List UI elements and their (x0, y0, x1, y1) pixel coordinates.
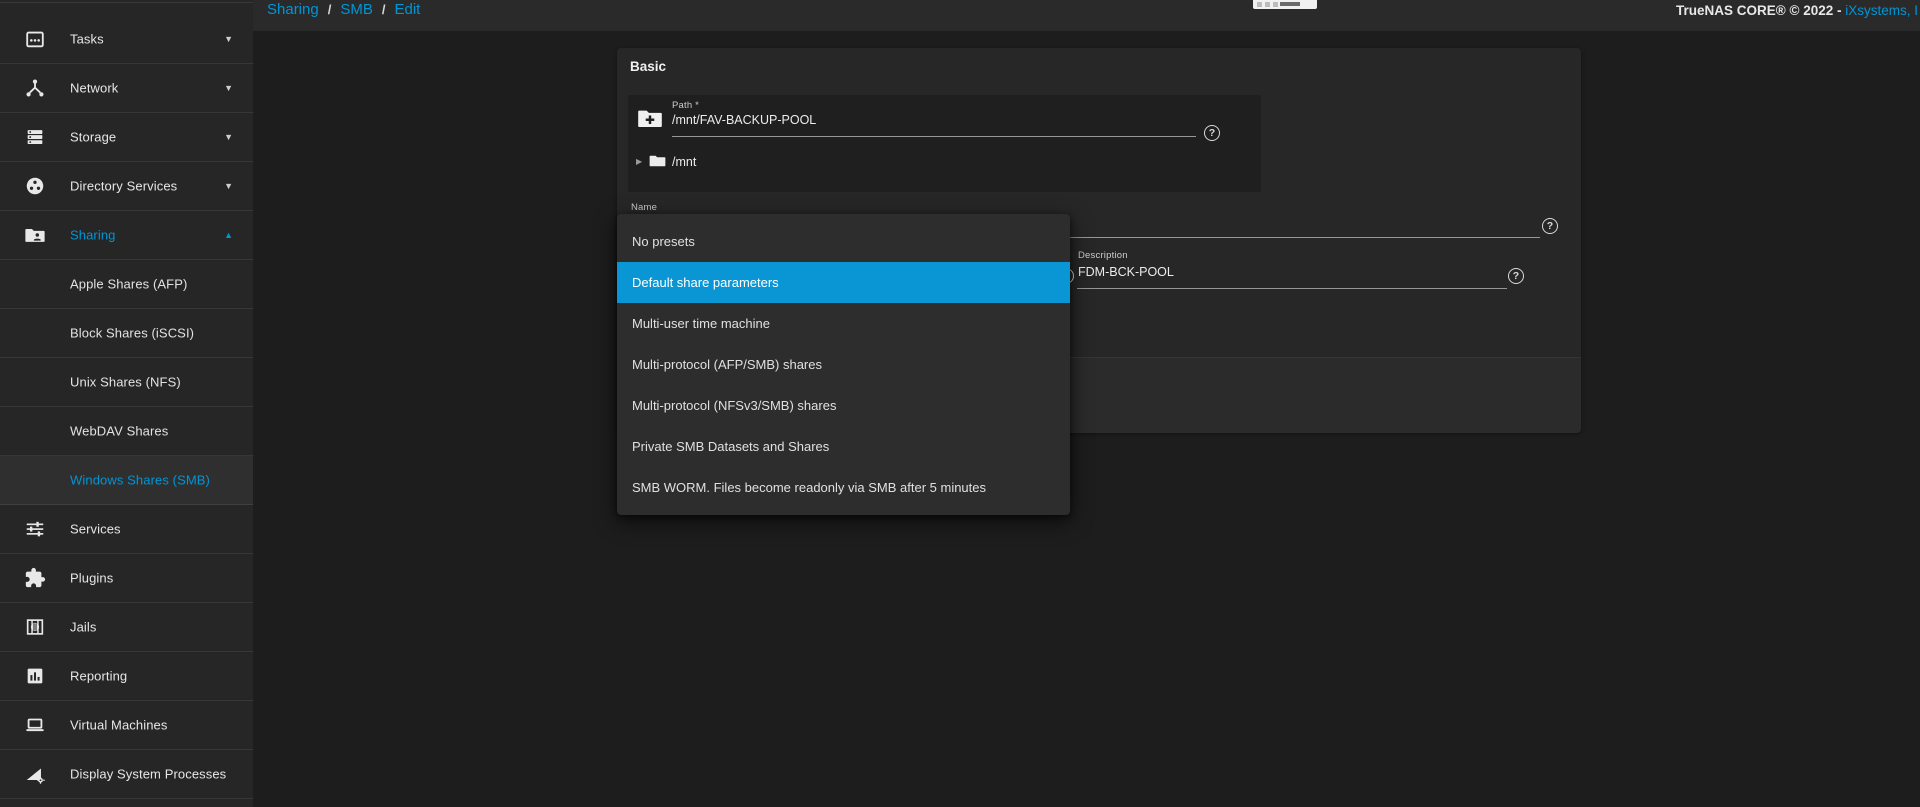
path-explorer-panel: Path * /mnt/FAV-BACKUP-POOL ? ▶ /mnt (628, 95, 1261, 192)
jails-icon (24, 616, 46, 638)
breadcrumb-smb[interactable]: SMB (340, 1, 373, 18)
reporting-icon (24, 665, 46, 687)
sidebar-item-unix-shares[interactable]: Unix Shares (NFS) (0, 358, 253, 407)
sidebar-item-label: Jails (70, 620, 97, 635)
directory-services-icon (24, 175, 46, 197)
breadcrumb: Sharing / SMB / Edit (267, 1, 420, 18)
sidebar-item-storage[interactable]: Storage ▼ (0, 113, 253, 162)
network-icon (24, 77, 46, 99)
popup-square (1265, 2, 1270, 7)
sidebar-item-network[interactable]: Network ▼ (0, 64, 253, 113)
sidebar-item-services[interactable]: Services (0, 505, 253, 554)
path-input[interactable]: /mnt/FAV-BACKUP-POOL (672, 113, 816, 127)
sidebar-item-tasks[interactable]: Tasks ▼ (0, 15, 253, 64)
popup-square (1273, 2, 1278, 7)
sidebar-item-label: Services (70, 522, 121, 537)
path-help-icon[interactable]: ? (1204, 125, 1220, 141)
dropdown-option-multi-protocol-afp-smb[interactable]: Multi-protocol (AFP/SMB) shares (617, 344, 1070, 385)
popup-square (1257, 2, 1262, 7)
chevron-down-icon: ▼ (224, 181, 233, 191)
sidebar-item-apple-shares[interactable]: Apple Shares (AFP) (0, 260, 253, 309)
sidebar-item-label: Tasks (70, 32, 104, 47)
chevron-down-icon: ▼ (224, 132, 233, 142)
sidebar-item-label: Windows Shares (SMB) (70, 473, 210, 488)
breadcrumb-sharing[interactable]: Sharing (267, 1, 319, 18)
dropdown-option-smb-worm[interactable]: SMB WORM. Files become readonly via SMB … (617, 467, 1070, 508)
description-input[interactable]: FDM-BCK-POOL (1078, 265, 1174, 279)
sidebar-item-label: Display System Processes (70, 767, 226, 782)
sidebar-item-windows-shares[interactable]: Windows Shares (SMB) (0, 456, 253, 505)
breadcrumb-separator: / (382, 2, 386, 17)
dropdown-option-multi-protocol-nfsv3-smb[interactable]: Multi-protocol (NFSv3/SMB) shares (617, 385, 1070, 426)
sidebar-item-label: Unix Shares (NFS) (70, 375, 181, 390)
name-help-icon[interactable]: ? (1542, 218, 1558, 234)
description-field-label: Description (1078, 250, 1128, 261)
folder-plus-icon[interactable] (636, 105, 664, 132)
storage-icon (24, 126, 46, 148)
sidebar-item-directory-services[interactable]: Directory Services ▼ (0, 162, 253, 211)
sidebar-item-virtual-machines[interactable]: Virtual Machines (0, 701, 253, 750)
sidebar-item-display-system-processes[interactable]: Display System Processes (0, 750, 253, 799)
truenas-screen: Sharing / SMB / Edit TrueNAS CORE® © 2022 - … (0, 0, 1920, 807)
tree-node-mnt[interactable]: /mnt (672, 155, 696, 169)
section-title: Basic (630, 59, 666, 74)
sidebar-item-label: Sharing (70, 228, 116, 243)
sidebar-item-jails[interactable]: Jails (0, 603, 253, 652)
sidebar-item-label: Network (70, 81, 118, 96)
dropdown-option-multi-user-time-machine[interactable]: Multi-user time machine (617, 303, 1070, 344)
sidebar-item-reporting[interactable]: Reporting (0, 652, 253, 701)
virtual-machines-icon (24, 714, 46, 736)
purpose-dropdown-panel: No presets Default share parameters Mult… (617, 214, 1070, 515)
top-toolbar: Sharing / SMB / Edit TrueNAS CORE® © 2022 - … (253, 0, 1920, 31)
system-processes-icon (24, 763, 46, 785)
sidebar-item-label: Plugins (70, 571, 113, 586)
ixsystems-link[interactable]: iXsystems, I (1845, 3, 1918, 18)
breadcrumb-separator: / (328, 2, 332, 17)
calendar-icon (24, 28, 46, 50)
path-input-underline (672, 136, 1196, 137)
chevron-up-icon: ▲ (224, 230, 233, 240)
plugins-icon (24, 567, 46, 589)
sidebar-item-plugins[interactable]: Plugins (0, 554, 253, 603)
brand-copyright: TrueNAS CORE® © 2022 - iXsystems, I (1676, 3, 1918, 18)
sidebar-item-block-shares[interactable]: Block Shares (iSCSI) (0, 309, 253, 358)
folder-icon (647, 152, 668, 170)
sidebar-divider (0, 2, 253, 3)
sidebar-item-label: WebDAV Shares (70, 424, 168, 439)
sidebar-item-label: Storage (70, 130, 116, 145)
popup-text-fragment (1280, 2, 1300, 6)
sidebar-item-label: Apple Shares (AFP) (70, 277, 187, 292)
chevron-down-icon: ▼ (224, 34, 233, 44)
name-field-label: Name (631, 202, 657, 213)
tree-expand-icon[interactable]: ▶ (636, 157, 642, 166)
brand-text: TrueNAS CORE® © 2022 - (1676, 3, 1845, 18)
sidebar-item-sharing[interactable]: Sharing ▲ (0, 211, 253, 260)
cutoff-popup[interactable] (1253, 0, 1317, 9)
sidebar-item-label: Directory Services (70, 179, 177, 194)
chevron-down-icon: ▼ (224, 83, 233, 93)
path-field-label: Path * (672, 100, 699, 111)
services-icon (24, 518, 46, 540)
breadcrumb-edit[interactable]: Edit (394, 1, 420, 18)
sidebar-item-label: Reporting (70, 669, 127, 684)
sidebar-item-webdav-shares[interactable]: WebDAV Shares (0, 407, 253, 456)
sidebar-item-label: Virtual Machines (70, 718, 167, 733)
description-input-underline (1077, 288, 1507, 289)
dropdown-option-private-smb-datasets[interactable]: Private SMB Datasets and Shares (617, 426, 1070, 467)
sidebar-nav: Tasks ▼ Network ▼ Storage ▼ (0, 0, 253, 807)
dropdown-option-default-share-parameters[interactable]: Default share parameters (617, 262, 1070, 303)
sidebar-item-label: Block Shares (iSCSI) (70, 326, 194, 341)
shared-folder-icon (24, 224, 46, 246)
description-help-icon[interactable]: ? (1508, 268, 1524, 284)
dropdown-option-no-presets[interactable]: No presets (617, 221, 1070, 262)
